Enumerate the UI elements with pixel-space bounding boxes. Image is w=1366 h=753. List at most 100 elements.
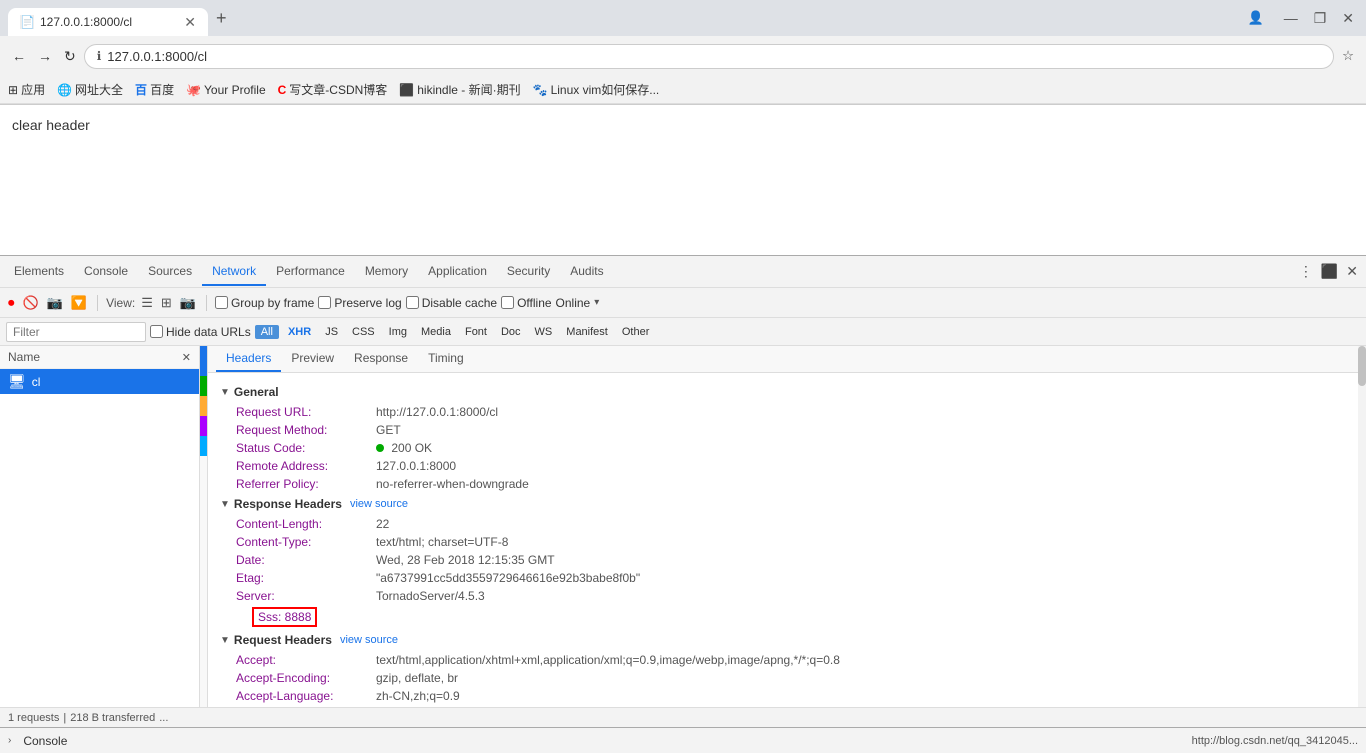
tab-security[interactable]: Security [497, 258, 560, 286]
tab-close-button[interactable]: ✕ [184, 14, 196, 31]
requests-panel: Name ✕ 🖥 cl [0, 346, 200, 707]
minimize-button[interactable]: — [1280, 6, 1302, 30]
bookmark-csdn[interactable]: C 写文章-CSDN博客 [278, 81, 388, 98]
tab-favicon: 📄 [20, 15, 34, 29]
detail-tab-response[interactable]: Response [344, 346, 418, 372]
filter-input[interactable] [6, 322, 146, 342]
close-detail-button[interactable]: ✕ [182, 351, 191, 364]
user-icon[interactable]: 👤 [1248, 10, 1264, 26]
detail-tab-preview[interactable]: Preview [281, 346, 344, 372]
status-code-row: Status Code: 200 OK [220, 439, 1346, 457]
devtools-tab-bar: Elements Console Sources Network Perform… [0, 256, 1366, 288]
bookmark-hikindle[interactable]: ⬛ hikindle - 新闻·期刊 [399, 81, 520, 98]
tab-network[interactable]: Network [202, 258, 266, 286]
tab-application[interactable]: Application [418, 258, 497, 286]
bookmark-wangzhi[interactable]: 🌐 网址大全 [57, 81, 123, 98]
tree-view-button[interactable]: ⊞ [159, 293, 174, 313]
sss-label: Sss: 8888 [236, 607, 376, 627]
request-item-cl[interactable]: 🖥 cl [0, 369, 199, 394]
filter-js-button[interactable]: JS [320, 325, 343, 339]
close-devtools-button[interactable]: ✕ [1342, 259, 1362, 284]
disable-cache-checkbox[interactable]: Disable cache [406, 296, 497, 310]
server-row: Server: TornadoServer/4.5.3 [220, 587, 1346, 605]
preserve-log-checkbox[interactable]: Preserve log [318, 296, 401, 310]
bookmark-baidu[interactable]: 百 百度 [135, 81, 174, 98]
server-value: TornadoServer/4.5.3 [376, 589, 485, 603]
filter-ws-button[interactable]: WS [530, 325, 558, 339]
filter-all-button[interactable]: All [255, 325, 279, 339]
expand-more-icon[interactable]: ▾ [594, 297, 599, 308]
remote-address-row: Remote Address: 127.0.0.1:8000 [220, 457, 1346, 475]
requests-header: Name ✕ [0, 346, 199, 369]
security-icon: ℹ [97, 49, 102, 63]
tab-elements[interactable]: Elements [4, 258, 74, 286]
dock-side-button[interactable]: ⋮ [1295, 259, 1317, 284]
back-button[interactable]: ← [8, 44, 30, 68]
tab-performance[interactable]: Performance [266, 258, 355, 286]
filter-img-button[interactable]: Img [384, 325, 412, 339]
expand-icon: › [8, 735, 11, 746]
bookmark-github[interactable]: 🐙 Your Profile [186, 83, 266, 97]
separator-2 [206, 295, 207, 311]
etag-row: Etag: "a6737991cc5dd3559729646616e92b3ba… [220, 569, 1346, 587]
hide-data-urls-checkbox[interactable]: Hide data URLs [150, 325, 251, 339]
dock-bottom-button[interactable]: ⬛ [1317, 259, 1342, 284]
tab-audits[interactable]: Audits [560, 258, 613, 286]
restore-button[interactable]: ❐ [1310, 6, 1331, 31]
name-column-header: Name [8, 350, 40, 364]
request-headers-view-source[interactable]: view source [340, 634, 398, 646]
forward-button[interactable]: → [34, 44, 56, 68]
bookmark-star-button[interactable]: ☆ [1338, 44, 1358, 68]
filter-manifest-button[interactable]: Manifest [561, 325, 613, 339]
bottom-status-url: http://blog.csdn.net/qq_3412045... [1192, 735, 1358, 747]
tab-sources[interactable]: Sources [138, 258, 202, 286]
filter-font-button[interactable]: Font [460, 325, 492, 339]
etag-label: Etag: [236, 571, 376, 585]
bookmark-apps[interactable]: ⊞ 应用 [8, 81, 45, 98]
record-button[interactable]: ⏺ [6, 293, 17, 313]
referrer-policy-row: Referrer Policy: no-referrer-when-downgr… [220, 475, 1346, 493]
accept-language-label: Accept-Language: [236, 689, 376, 703]
referrer-policy-label: Referrer Policy: [236, 477, 376, 491]
clear-button[interactable]: 🚫 [21, 293, 41, 313]
console-tab-button[interactable]: Console [15, 732, 75, 750]
detail-tab-timing[interactable]: Timing [418, 346, 474, 372]
tab-console[interactable]: Console [74, 258, 138, 286]
bookmark-linux[interactable]: 🐾 Linux vim如何保存... [533, 81, 660, 98]
refresh-button[interactable]: ↻ [60, 44, 80, 69]
camera-button[interactable]: 📷 [45, 293, 65, 313]
general-section-header[interactable]: General [220, 381, 1346, 403]
close-window-button[interactable]: ✕ [1338, 6, 1358, 31]
group-by-frame-checkbox[interactable]: Group by frame [215, 296, 314, 310]
url-bar[interactable]: ℹ 127.0.0.1:8000/cl [84, 44, 1334, 69]
transferred-size: 218 B transferred [70, 712, 155, 724]
color-bar-green [200, 376, 207, 396]
response-headers-view-source[interactable]: view source [350, 498, 408, 510]
filter-xhr-button[interactable]: XHR [283, 325, 316, 339]
accept-label: Accept: [236, 653, 376, 667]
filter-button[interactable]: 🔽 [69, 293, 89, 313]
offline-checkbox[interactable]: Offline [501, 296, 551, 310]
separator-1 [97, 295, 98, 311]
online-select[interactable]: Online [556, 296, 591, 310]
view-label: View: [106, 296, 135, 310]
list-view-button[interactable]: ☰ [139, 293, 155, 313]
url-text: 127.0.0.1:8000/cl [107, 49, 1321, 64]
accept-encoding-row: Accept-Encoding: gzip, deflate, br [220, 669, 1346, 687]
filter-bar: Hide data URLs All XHR JS CSS Img Media … [0, 318, 1366, 346]
filter-css-button[interactable]: CSS [347, 325, 380, 339]
baidu-icon: 百 [135, 81, 147, 98]
capture-screenshots-button[interactable]: 📷 [178, 293, 198, 313]
detail-scrollbar[interactable] [1358, 346, 1366, 707]
tab-memory[interactable]: Memory [355, 258, 418, 286]
filter-other-button[interactable]: Other [617, 325, 655, 339]
filter-doc-button[interactable]: Doc [496, 325, 526, 339]
request-headers-section-header[interactable]: Request Headers view source [220, 629, 1346, 651]
wangzhi-icon: 🌐 [57, 83, 72, 97]
active-tab[interactable]: 📄 127.0.0.1:8000/cl ✕ [8, 8, 208, 36]
new-tab-button[interactable]: + [208, 4, 235, 33]
detail-tab-headers[interactable]: Headers [216, 346, 281, 372]
filter-media-button[interactable]: Media [416, 325, 456, 339]
response-headers-section-header[interactable]: Response Headers view source [220, 493, 1346, 515]
request-url-row: Request URL: http://127.0.0.1:8000/cl [220, 403, 1346, 421]
